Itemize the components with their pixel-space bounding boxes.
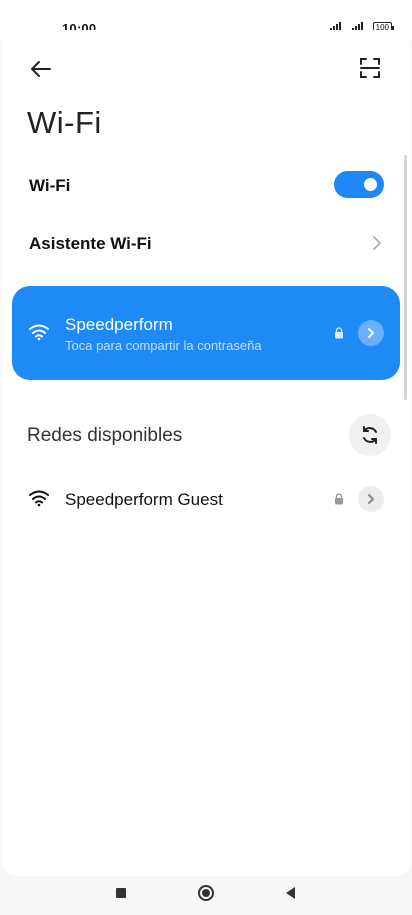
- recents-icon[interactable]: [116, 888, 126, 898]
- lock-icon: [335, 327, 343, 339]
- wifi-icon: [29, 490, 49, 507]
- wifi-icon: [29, 324, 49, 341]
- wifi-assistant-label[interactable]: Asistente Wi-Fi: [29, 234, 152, 254]
- qr-scan-icon[interactable]: [358, 56, 382, 80]
- chevron-right-icon[interactable]: [370, 234, 384, 252]
- network-list-item[interactable]: Speedperform Guest: [0, 478, 412, 522]
- toggle-knob: [364, 178, 377, 191]
- page-title: Wi-Fi: [27, 105, 102, 140]
- lock-icon: [335, 493, 343, 505]
- arrow-left-icon[interactable]: [28, 56, 54, 82]
- navigation-bar: [0, 876, 412, 915]
- network-name: Speedperform Guest: [65, 490, 223, 509]
- home-dot: [202, 889, 210, 897]
- connected-network-card[interactable]: Speedperform Toca para compartir la cont…: [12, 286, 400, 380]
- scrollbar[interactable]: [404, 155, 407, 400]
- home-icon[interactable]: [198, 885, 214, 901]
- wifi-toggle[interactable]: [334, 171, 384, 198]
- refresh-icon: [363, 426, 377, 444]
- available-networks-heading: Redes disponibles: [27, 425, 183, 446]
- chevron-right-icon: [368, 494, 374, 504]
- refresh-button[interactable]: [349, 414, 391, 456]
- wifi-settings-screen: [2, 30, 410, 876]
- connected-network-subtitle: Toca para compartir la contraseña: [65, 338, 262, 353]
- back-icon[interactable]: [284, 886, 296, 900]
- chevron-right-icon: [368, 328, 374, 338]
- wifi-toggle-label: Wi-Fi: [29, 176, 71, 195]
- network-details-button[interactable]: [358, 486, 384, 512]
- connected-network-name: Speedperform: [65, 315, 173, 334]
- network-details-button[interactable]: [358, 320, 384, 346]
